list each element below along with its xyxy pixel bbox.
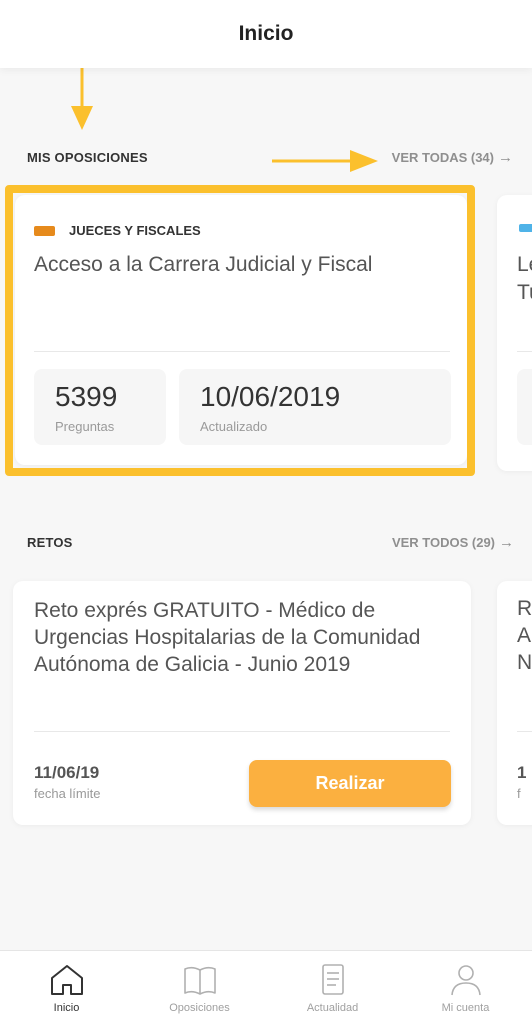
nav-item-oposiciones[interactable]: Oposiciones bbox=[133, 951, 266, 1024]
bottom-navigation: Inicio Oposiciones Actualidad Mi cuenta bbox=[0, 950, 532, 1024]
reto-deadline-date: 11/06/19 bbox=[34, 763, 100, 782]
category-color-swatch bbox=[519, 224, 532, 232]
see-all-retos-label: VER TODOS (29) bbox=[391, 535, 495, 550]
reto-title: Reto exprés GRATUITO - Médico de Urgenci… bbox=[34, 599, 421, 676]
reto-card[interactable]: Reto exprés GRATUITO - Médico de Urgenci… bbox=[13, 581, 471, 825]
section-title-oposiciones: MIS OPOSICIONES bbox=[27, 150, 148, 165]
see-all-oposiciones-link[interactable]: VER TODAS (34) → bbox=[392, 149, 513, 166]
arrow-right-icon: → bbox=[499, 534, 514, 551]
reto-card-next[interactable]: R A N 1 f bbox=[497, 581, 532, 825]
peek-title-line: Tu bbox=[517, 281, 532, 304]
peek-title-line: N bbox=[517, 651, 532, 674]
card-divider bbox=[34, 731, 450, 732]
retos-section-header: RETOS VER TODOS (29) → bbox=[27, 534, 514, 551]
annotation-highlight-box bbox=[5, 185, 475, 476]
nav-item-inicio[interactable]: Inicio bbox=[0, 951, 133, 1024]
card-divider bbox=[517, 351, 532, 352]
realizar-button[interactable]: Realizar bbox=[249, 760, 451, 807]
oposiciones-section-header: MIS OPOSICIONES VER TODAS (34) → bbox=[27, 149, 514, 166]
nav-label-actualidad: Actualidad bbox=[306, 1002, 359, 1014]
nav-label-oposiciones: Oposiciones bbox=[169, 1002, 230, 1014]
nav-item-mi-cuenta[interactable]: Mi cuenta bbox=[399, 951, 532, 1024]
peek-date-label: f bbox=[517, 786, 521, 801]
reto-deadline-label: fecha límite bbox=[34, 786, 101, 801]
card-divider bbox=[517, 731, 532, 732]
page-title: Inicio bbox=[238, 22, 294, 45]
book-icon bbox=[183, 966, 216, 995]
document-icon bbox=[321, 964, 344, 995]
peek-title-line: R bbox=[517, 597, 532, 620]
nav-label-inicio: Inicio bbox=[53, 1002, 80, 1014]
home-icon bbox=[50, 965, 83, 995]
see-all-retos-link[interactable]: VER TODOS (29) → bbox=[392, 534, 514, 551]
arrow-right-icon: → bbox=[498, 149, 513, 166]
oposicion-card-next[interactable]: Le Tu bbox=[497, 195, 532, 471]
app-header: Inicio bbox=[0, 0, 532, 68]
see-all-oposiciones-label: VER TODAS (34) bbox=[391, 150, 494, 165]
peek-title-line: Le bbox=[517, 253, 532, 276]
nav-item-actualidad[interactable]: Actualidad bbox=[266, 951, 399, 1024]
peek-date: 1 bbox=[517, 763, 527, 782]
peek-stat-box bbox=[517, 369, 532, 445]
nav-label-mi-cuenta: Mi cuenta bbox=[441, 1002, 490, 1014]
peek-title-line: A bbox=[517, 624, 532, 647]
user-icon bbox=[450, 965, 481, 996]
section-title-retos: RETOS bbox=[27, 535, 73, 550]
